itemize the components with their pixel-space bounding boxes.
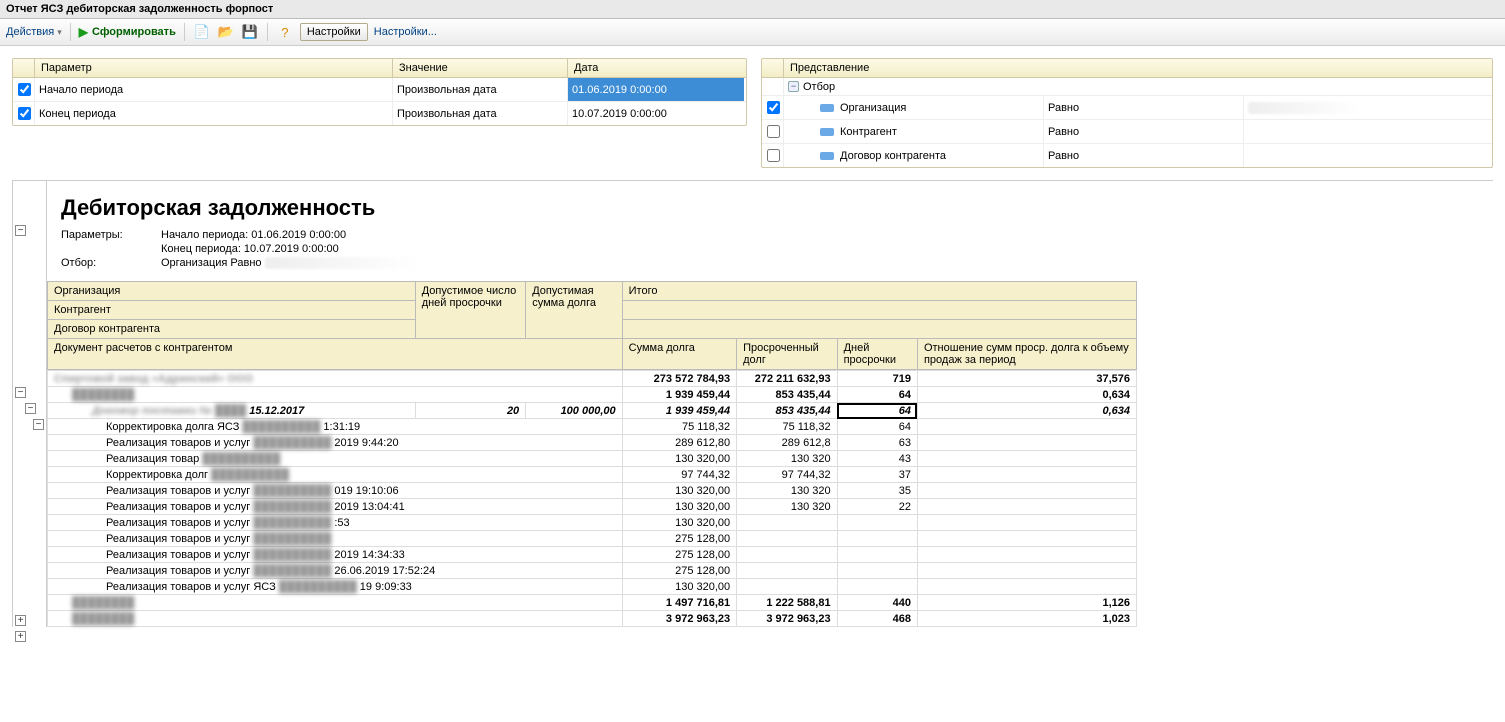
report-row[interactable]: Реализация товаров и услуг ЯСЗ █████████… [48, 579, 1137, 595]
settings-button[interactable]: Настройки [300, 23, 368, 41]
collapse-icon[interactable]: − [33, 419, 44, 430]
report-gutter: −−−−++ [13, 181, 47, 627]
report-row[interactable]: Реализация товаров и услуг ██████████ 20… [48, 435, 1137, 451]
equals-icon [820, 104, 834, 112]
new-setting-icon[interactable]: 📄 [193, 23, 211, 41]
filter-grid: Представление − Отбор ОрганизацияРавноКо… [761, 58, 1493, 168]
equals-icon [820, 152, 834, 160]
filter-value[interactable] [1244, 144, 1492, 167]
param-value[interactable]: Произвольная дата [393, 78, 568, 101]
filter-op[interactable]: Равно [1044, 120, 1244, 143]
param-row[interactable]: Начало периодаПроизвольная дата01.06.201… [13, 78, 746, 102]
filter-row[interactable]: Организация Равно [762, 96, 1492, 120]
report-row[interactable]: Реализация товар ██████████ 130 320,0013… [48, 451, 1137, 467]
expand-icon[interactable]: + [15, 631, 26, 642]
report-row[interactable]: Реализация товаров и услуг ██████████ 20… [48, 499, 1137, 515]
param-checkbox[interactable] [18, 83, 31, 96]
filter-checkbox[interactable] [767, 149, 780, 162]
report-row[interactable]: ████████3 972 963,233 972 963,234681,023 [48, 611, 1137, 627]
filter-name: Контрагент [840, 126, 897, 138]
redacted-value [265, 257, 485, 269]
report-row[interactable]: Реализация товаров и услуг ██████████ 20… [48, 547, 1137, 563]
report-data[interactable]: Спиртовой завод «Адринский» ООО273 572 7… [47, 370, 1137, 627]
report-row[interactable]: Реализация товаров и услуг ██████████ 26… [48, 563, 1137, 579]
filter-name: Договор контрагента [840, 150, 946, 162]
play-icon: ▶ [79, 25, 88, 39]
col-parameter[interactable]: Параметр [35, 59, 393, 77]
report-row[interactable]: Корректировка долга ЯСЗ ██████████ 1:31:… [48, 419, 1137, 435]
load-setting-icon[interactable]: 📂 [217, 23, 235, 41]
generate-button[interactable]: ▶ Сформировать [79, 25, 176, 39]
filter-value[interactable] [1244, 96, 1492, 119]
param-name: Конец периода [35, 102, 393, 125]
toolbar: Действия ▾ ▶ Сформировать 📄 📂 💾 ? Настро… [0, 19, 1505, 46]
report-parameters: Параметры: Начало периода: 01.06.2019 0:… [47, 227, 1493, 281]
col-date[interactable]: Дата [568, 59, 744, 77]
report-row[interactable]: Корректировка долг ██████████ 97 744,329… [48, 467, 1137, 483]
expand-icon[interactable]: + [15, 615, 26, 626]
filter-name: Организация [840, 102, 906, 114]
save-setting-icon[interactable]: 💾 [241, 23, 259, 41]
param-row[interactable]: Конец периодаПроизвольная дата10.07.2019… [13, 102, 746, 125]
actions-menu[interactable]: Действия ▾ [6, 26, 62, 38]
filter-op[interactable]: Равно [1044, 96, 1244, 119]
window-title: Отчет ЯСЗ дебиторская задолженность форп… [0, 0, 1505, 19]
report-row[interactable]: Договор поставки № ████ 15.12.201720100 … [48, 403, 1137, 419]
param-value[interactable]: Произвольная дата [393, 102, 568, 125]
filter-root-row[interactable]: − Отбор [762, 78, 1492, 96]
report-row[interactable]: Спиртовой завод «Адринский» ООО273 572 7… [48, 371, 1137, 387]
report-title: Дебиторская задолженность [47, 181, 1493, 227]
report-row[interactable]: Реализация товаров и услуг ██████████ :5… [48, 515, 1137, 531]
filter-row[interactable]: Контрагент Равно [762, 120, 1492, 144]
help-icon[interactable]: ? [276, 23, 294, 41]
param-date[interactable]: 10.07.2019 0:00:00 [568, 102, 744, 125]
col-representation[interactable]: Представление [784, 59, 1492, 77]
collapse-icon[interactable]: − [25, 403, 36, 414]
settings-link[interactable]: Настройки... [374, 26, 437, 38]
col-value[interactable]: Значение [393, 59, 568, 77]
param-checkbox[interactable] [18, 107, 31, 120]
collapse-icon[interactable]: − [15, 387, 26, 398]
collapse-icon[interactable]: − [788, 81, 799, 92]
report-area: −−−−++ Дебиторская задолженность Парамет… [12, 180, 1493, 627]
collapse-icon[interactable]: − [15, 225, 26, 236]
filter-op[interactable]: Равно [1044, 144, 1244, 167]
filter-value[interactable] [1244, 120, 1492, 143]
report-row[interactable]: Реализация товаров и услуг ██████████ 01… [48, 483, 1137, 499]
report-row[interactable]: Реализация товаров и услуг ██████████ 27… [48, 531, 1137, 547]
filter-checkbox[interactable] [767, 101, 780, 114]
report-header: Организация Допустимое число дней просро… [47, 281, 1137, 370]
parameters-grid: Параметр Значение Дата Начало периодаПро… [12, 58, 747, 126]
report-row[interactable]: ████████1 497 716,811 222 588,814401,126 [48, 595, 1137, 611]
equals-icon [820, 128, 834, 136]
filter-checkbox[interactable] [767, 125, 780, 138]
report-row[interactable]: ████████1 939 459,44853 435,44640,634 [48, 387, 1137, 403]
param-name: Начало периода [35, 78, 393, 101]
filter-row[interactable]: Договор контрагента Равно [762, 144, 1492, 167]
param-date[interactable]: 01.06.2019 0:00:00 [568, 78, 744, 101]
